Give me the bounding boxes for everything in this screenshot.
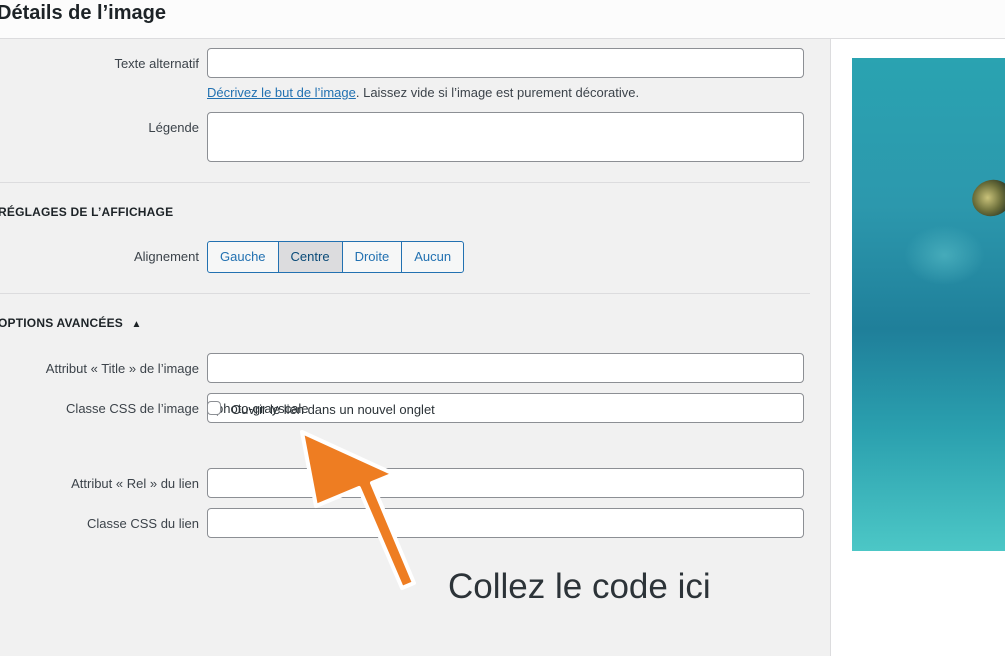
annotation-text: Collez le code ici bbox=[448, 567, 711, 606]
arrow-shape bbox=[300, 430, 416, 590]
annotation-arrow bbox=[300, 430, 416, 590]
